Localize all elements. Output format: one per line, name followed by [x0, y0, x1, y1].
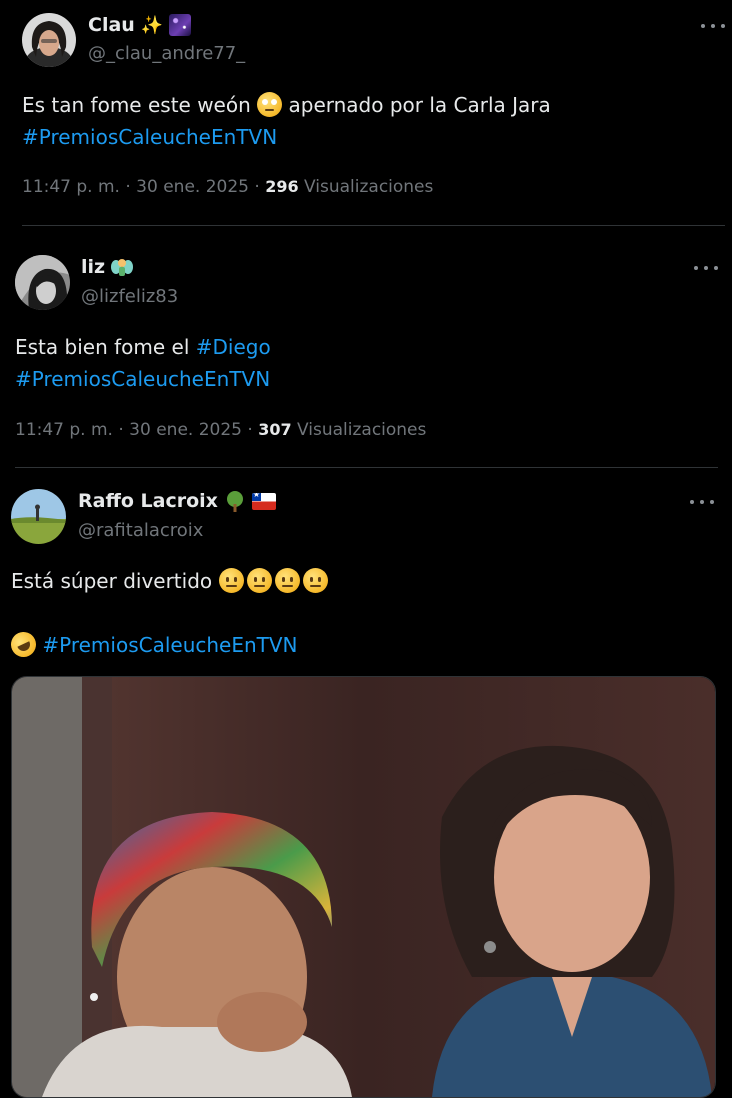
dot: [710, 500, 714, 504]
hashtag-link[interactable]: #PremiosCaleucheEnTVN: [42, 633, 297, 657]
neutral-face-icon: [218, 568, 244, 593]
handle[interactable]: @rafitalacroix: [78, 520, 203, 541]
neutral-face-icon: [274, 568, 300, 593]
avatar[interactable]: [15, 255, 70, 310]
hashtag-link[interactable]: #PremiosCaleucheEnTVN: [15, 363, 270, 395]
face-with-rolling-eyes-icon: [257, 92, 283, 117]
more-options-button[interactable]: [701, 21, 725, 31]
display-name[interactable]: liz: [81, 256, 134, 278]
dot: [711, 24, 715, 28]
tweet-text-part: Es tan fome este weón: [22, 93, 251, 117]
tweet-text: Está súper divertido: [11, 565, 331, 597]
dot: [690, 500, 694, 504]
neutral-face-icon: [302, 568, 328, 593]
dot: [704, 266, 708, 270]
view-count: 296: [265, 177, 299, 196]
hashtag-link[interactable]: #Diego: [196, 335, 271, 359]
views-label: Visualizaciones: [297, 420, 427, 440]
rolling-on-the-floor-laughing-icon: [6, 627, 41, 662]
tweet-meta: 11:47 p. m. · 30 ene. 2025 · 307 Visuali…: [15, 420, 426, 440]
avatar-image: [15, 255, 70, 310]
handle[interactable]: @_clau_andre77_: [88, 43, 245, 64]
fairy-icon: [111, 256, 134, 278]
tweet-text-part: Esta bien fome el: [15, 335, 190, 359]
milky-way-icon: [169, 14, 192, 36]
more-options-button[interactable]: [690, 497, 714, 507]
tweet-text: Esta bien fome el #Diego: [15, 331, 271, 363]
tweet-text: Es tan fome este weón apernado por la Ca…: [22, 89, 551, 121]
dot: [714, 266, 718, 270]
display-name-text: liz: [81, 256, 106, 278]
avatar-image: [22, 13, 76, 67]
tweet-2[interactable]: liz @lizfeliz83 Esta bien fome el #Diego…: [0, 226, 732, 468]
dot: [694, 266, 698, 270]
hashtag-link[interactable]: #PremiosCaleucheEnTVN: [22, 121, 277, 153]
tweet-text-part: Está súper divertido: [11, 569, 213, 593]
sparkles-icon: ✨: [140, 14, 164, 36]
display-name[interactable]: Raffo Lacroix: [78, 490, 276, 512]
hashtag-line: #PremiosCaleucheEnTVN: [6, 627, 298, 662]
tweet-meta: 11:47 p. m. · 30 ene. 2025 · 296 Visuali…: [22, 177, 433, 197]
view-count: 307: [258, 420, 292, 439]
handle[interactable]: @lizfeliz83: [81, 286, 178, 307]
display-name[interactable]: Clau ✨: [88, 14, 192, 36]
tweet-media-video[interactable]: [11, 676, 716, 1098]
avatar-image: [11, 489, 66, 544]
dot: [700, 500, 704, 504]
display-name-text: Raffo Lacroix: [78, 490, 218, 512]
views-label: Visualizaciones: [304, 177, 434, 197]
deciduous-tree-icon-svg: [226, 491, 243, 512]
avatar[interactable]: [11, 489, 66, 544]
flag-chile-icon: [251, 492, 276, 510]
deciduous-tree-icon: [224, 490, 246, 512]
tweet-1[interactable]: Clau ✨ @_clau_andre77_ Es tan fome este …: [0, 0, 732, 226]
timestamp[interactable]: 11:47 p. m. · 30 ene. 2025 ·: [22, 177, 260, 197]
fairy-icon-svg: [111, 259, 134, 276]
dot: [701, 24, 705, 28]
neutral-face-icon: [246, 568, 272, 593]
tweet-text-part: apernado por la Carla Jara: [288, 93, 551, 117]
display-name-text: Clau: [88, 14, 135, 36]
avatar[interactable]: [22, 13, 76, 67]
more-options-button[interactable]: [694, 263, 718, 273]
dot: [721, 24, 725, 28]
timestamp[interactable]: 11:47 p. m. · 30 ene. 2025 ·: [15, 420, 253, 440]
video-still-image: [12, 677, 715, 1097]
